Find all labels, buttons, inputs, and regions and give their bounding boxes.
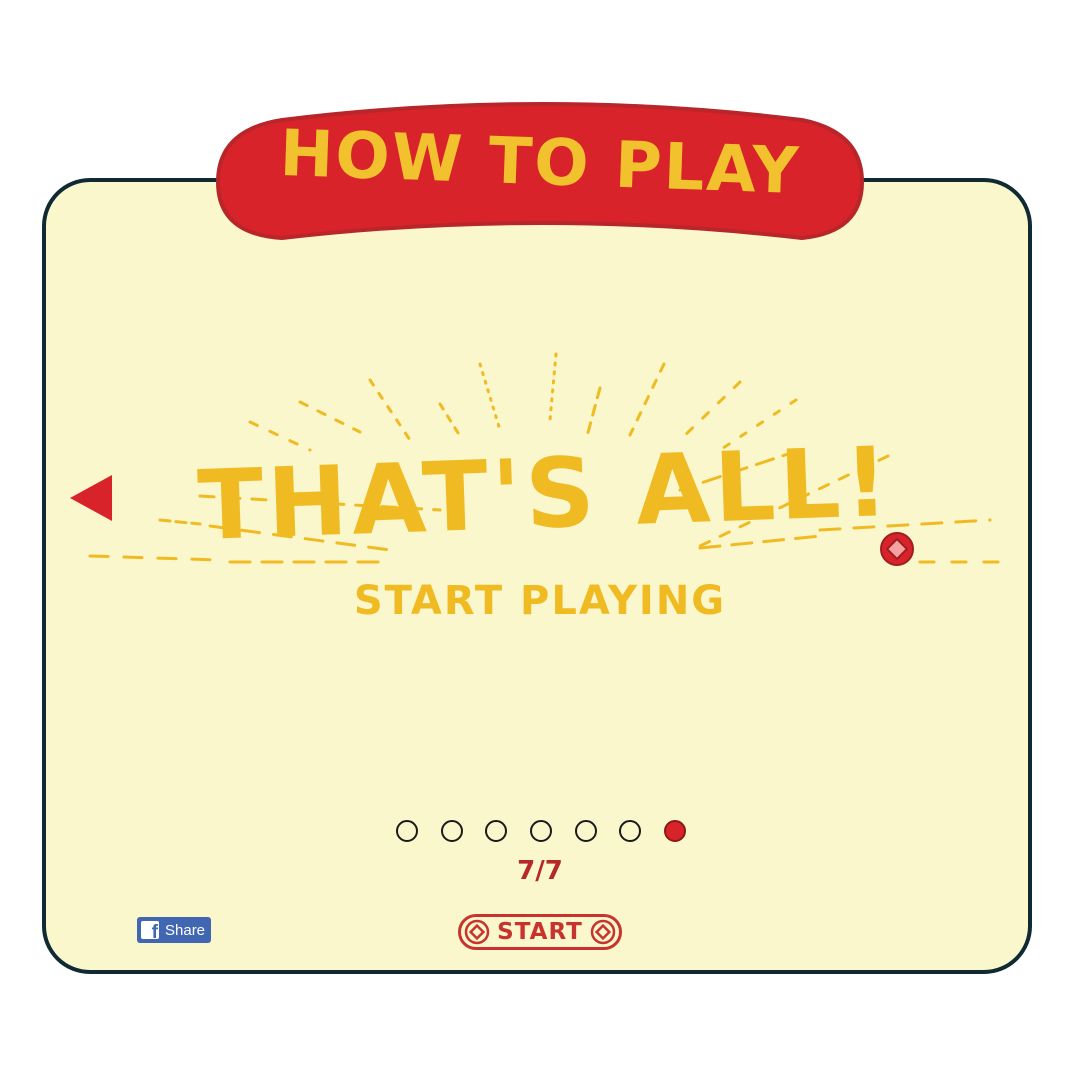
diamond-icon — [464, 919, 490, 945]
pagination-dot-2[interactable] — [440, 820, 463, 842]
pagination-dot-1[interactable] — [396, 820, 418, 842]
start-button[interactable]: START — [458, 914, 622, 950]
red-coin-icon — [880, 532, 914, 566]
pagination-dot-3[interactable] — [485, 820, 508, 842]
pagination-dot-5[interactable] — [574, 820, 597, 842]
diamond-icon — [590, 919, 616, 945]
pagination-dot-7[interactable] — [663, 820, 686, 842]
title-banner: HOW TO PLAY — [212, 96, 868, 246]
triangle-left-icon[interactable] — [68, 472, 114, 524]
how-to-play-screen: HOW TO PLAY THAT'S ALL! START PLAYING 7/… — [0, 0, 1080, 1080]
page-counter: 7/7 — [517, 856, 563, 886]
pagination-dots — [396, 820, 686, 848]
facebook-share-button[interactable]: f Share — [137, 917, 211, 943]
start-label: START — [497, 919, 583, 945]
facebook-icon: f — [141, 921, 159, 939]
slide-subtitle: START PLAYING — [353, 578, 727, 624]
pagination-dot-4[interactable] — [529, 820, 552, 842]
share-label: Share — [165, 921, 206, 939]
pagination-dot-6[interactable] — [619, 820, 642, 842]
